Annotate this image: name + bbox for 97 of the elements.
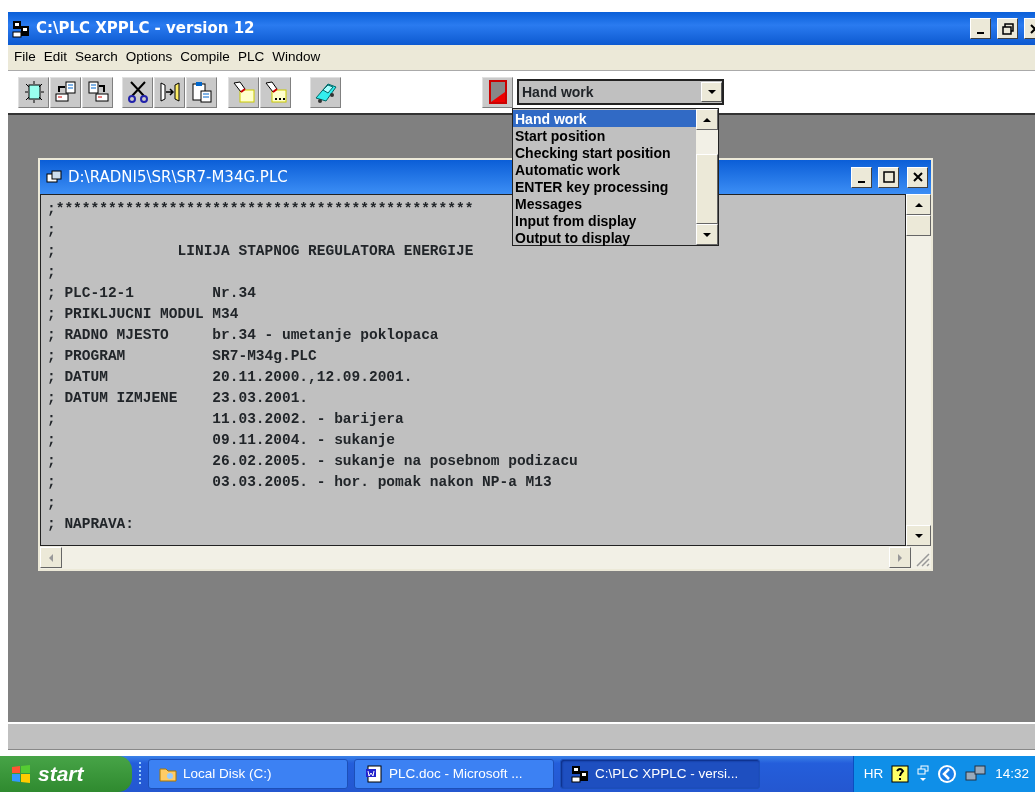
- horizontal-scrollbar[interactable]: [40, 546, 931, 569]
- minimize-button[interactable]: [970, 18, 991, 39]
- menu-item[interactable]: Compile: [176, 47, 234, 68]
- close-icon: [912, 172, 923, 182]
- app-icon: [12, 19, 30, 38]
- code-line: ; LINIJA STAPNOG REGULATORA ENERGIJE: [47, 242, 474, 261]
- square-icon: [488, 80, 507, 104]
- code-line: ;: [47, 221, 56, 240]
- scissors-icon: [125, 80, 150, 104]
- toolbar-button[interactable]: [260, 76, 291, 108]
- menu-item[interactable]: Options: [121, 47, 177, 68]
- right-arrow-icon: [897, 552, 903, 563]
- menu-item[interactable]: Edit: [39, 47, 72, 68]
- mode-dropdown[interactable]: Hand work: [517, 79, 724, 105]
- code-line: ; 26.02.2005. - sukanje na posebnom podizacu: [47, 452, 578, 471]
- paste-document-icon: [189, 80, 214, 104]
- toolbar-button[interactable]: [154, 76, 185, 108]
- menu-item[interactable]: File: [10, 47, 40, 68]
- left-arrow-icon: [48, 552, 54, 563]
- restore-button[interactable]: [997, 18, 1018, 39]
- dropdown-button[interactable]: [701, 82, 722, 102]
- network-icon[interactable]: [965, 764, 988, 784]
- toolbar-button[interactable]: [310, 76, 341, 108]
- taskbar-button[interactable]: PLC.doc - Microsoft ...: [354, 759, 554, 789]
- maximize-button[interactable]: [878, 166, 899, 188]
- ruler-arrow-icon: [157, 80, 182, 104]
- menu-item[interactable]: Window: [268, 47, 325, 68]
- scroll-down-button[interactable]: [696, 224, 718, 245]
- code-line: ; NAPRAVA:: [47, 515, 134, 534]
- scroll-thumb[interactable]: [696, 154, 718, 224]
- down-arrow-icon: [913, 532, 924, 539]
- maximize-icon: [882, 171, 895, 183]
- scroll-right-button[interactable]: [889, 547, 911, 568]
- scroll-down-button[interactable]: [906, 525, 931, 546]
- folder-icon: [159, 765, 177, 783]
- down-arrow-icon: [702, 231, 712, 238]
- window-title: C:\PLC XPPLC - version 12: [36, 18, 255, 40]
- car-icon: [313, 80, 338, 104]
- code-line: ; PROGRAM SR7-M34g.PLC: [47, 347, 317, 366]
- export-icon: [85, 80, 110, 104]
- taskbar-button[interactable]: Local Disk (C:): [148, 759, 348, 789]
- dropdown-value: Hand work: [522, 82, 595, 102]
- dropdown-option[interactable]: ENTER key processing: [513, 178, 696, 195]
- flashlight-icon: [231, 80, 256, 104]
- toolbar-button[interactable]: [228, 76, 259, 108]
- scrollbar[interactable]: [906, 194, 931, 546]
- minimize-icon: [977, 32, 984, 34]
- document-title: D:\RADNI5\SR\SR7-M34G.PLC: [68, 166, 288, 188]
- code-line: ; RADNO MJESTO br.34 - umetanje poklopaca: [47, 326, 439, 345]
- grip-icon: [138, 761, 142, 787]
- code-editor[interactable]: [40, 194, 906, 546]
- taskbar-button[interactable]: C:\PLC XPPLC - versi...: [560, 759, 760, 789]
- code-line: ; DATUM IZMJENE 23.03.2001.: [47, 389, 309, 408]
- flashlight-dots-icon: [263, 80, 288, 104]
- up-arrow-icon: [913, 201, 924, 208]
- word-document-icon: [365, 765, 383, 783]
- minimize-icon: [858, 180, 865, 183]
- import-icon: [53, 80, 78, 104]
- clock: 14:32: [995, 764, 1029, 783]
- code-line: ;: [47, 494, 56, 513]
- dropdown-option[interactable]: Input from display: [513, 212, 696, 229]
- menu-item[interactable]: Search: [71, 47, 122, 68]
- start-label: start: [38, 761, 84, 788]
- dropdown-option[interactable]: Automatic work: [513, 161, 696, 178]
- minimize-button[interactable]: [851, 166, 872, 188]
- up-arrow-icon: [702, 116, 712, 123]
- document-icon: [46, 170, 62, 184]
- code-line: ;************************************************: [47, 200, 474, 219]
- scroll-up-button[interactable]: [696, 109, 718, 130]
- code-line: ; 03.03.2005. - hor. pomak nakon NP-a M13: [47, 473, 552, 492]
- dropdown-option[interactable]: Hand work: [513, 110, 696, 127]
- scroll-left-button[interactable]: [40, 547, 62, 568]
- close-button[interactable]: [907, 166, 928, 188]
- caret-icon: [706, 89, 717, 95]
- help-icon[interactable]: [891, 765, 910, 783]
- restore-icon: [1001, 22, 1014, 35]
- code-line: ;: [47, 263, 56, 282]
- scrollbar[interactable]: [696, 109, 718, 245]
- code-line: ; 11.03.2002. - barijera: [47, 410, 404, 429]
- app-icon: [571, 765, 589, 783]
- code-line: ; PLC-12-1 Nr.34: [47, 284, 256, 303]
- scroll-up-button[interactable]: [906, 194, 931, 215]
- chevron-icon[interactable]: [937, 764, 958, 784]
- code-line: ; PRIKLJUCNI MODUL M34: [47, 305, 239, 324]
- scroll-thumb[interactable]: [906, 215, 931, 236]
- windows-flag-icon[interactable]: [10, 764, 32, 784]
- toolbar-button[interactable]: [122, 76, 153, 108]
- dropdown-option[interactable]: Output to display: [513, 229, 696, 246]
- dropdown-option[interactable]: Messages: [513, 195, 696, 212]
- toolbar-button[interactable]: [50, 76, 81, 108]
- dropdown-option[interactable]: Start position: [513, 127, 696, 144]
- code-line: ; DATUM 20.11.2000.,12.09.2001.: [47, 368, 413, 387]
- dropdown-option[interactable]: Checking start position: [513, 144, 696, 161]
- code-line: ; 09.11.2004. - sukanje: [47, 431, 396, 450]
- start-button[interactable]: start: [0, 756, 132, 792]
- menu-item[interactable]: PLC: [233, 47, 269, 68]
- toolbar-button[interactable]: [82, 76, 113, 108]
